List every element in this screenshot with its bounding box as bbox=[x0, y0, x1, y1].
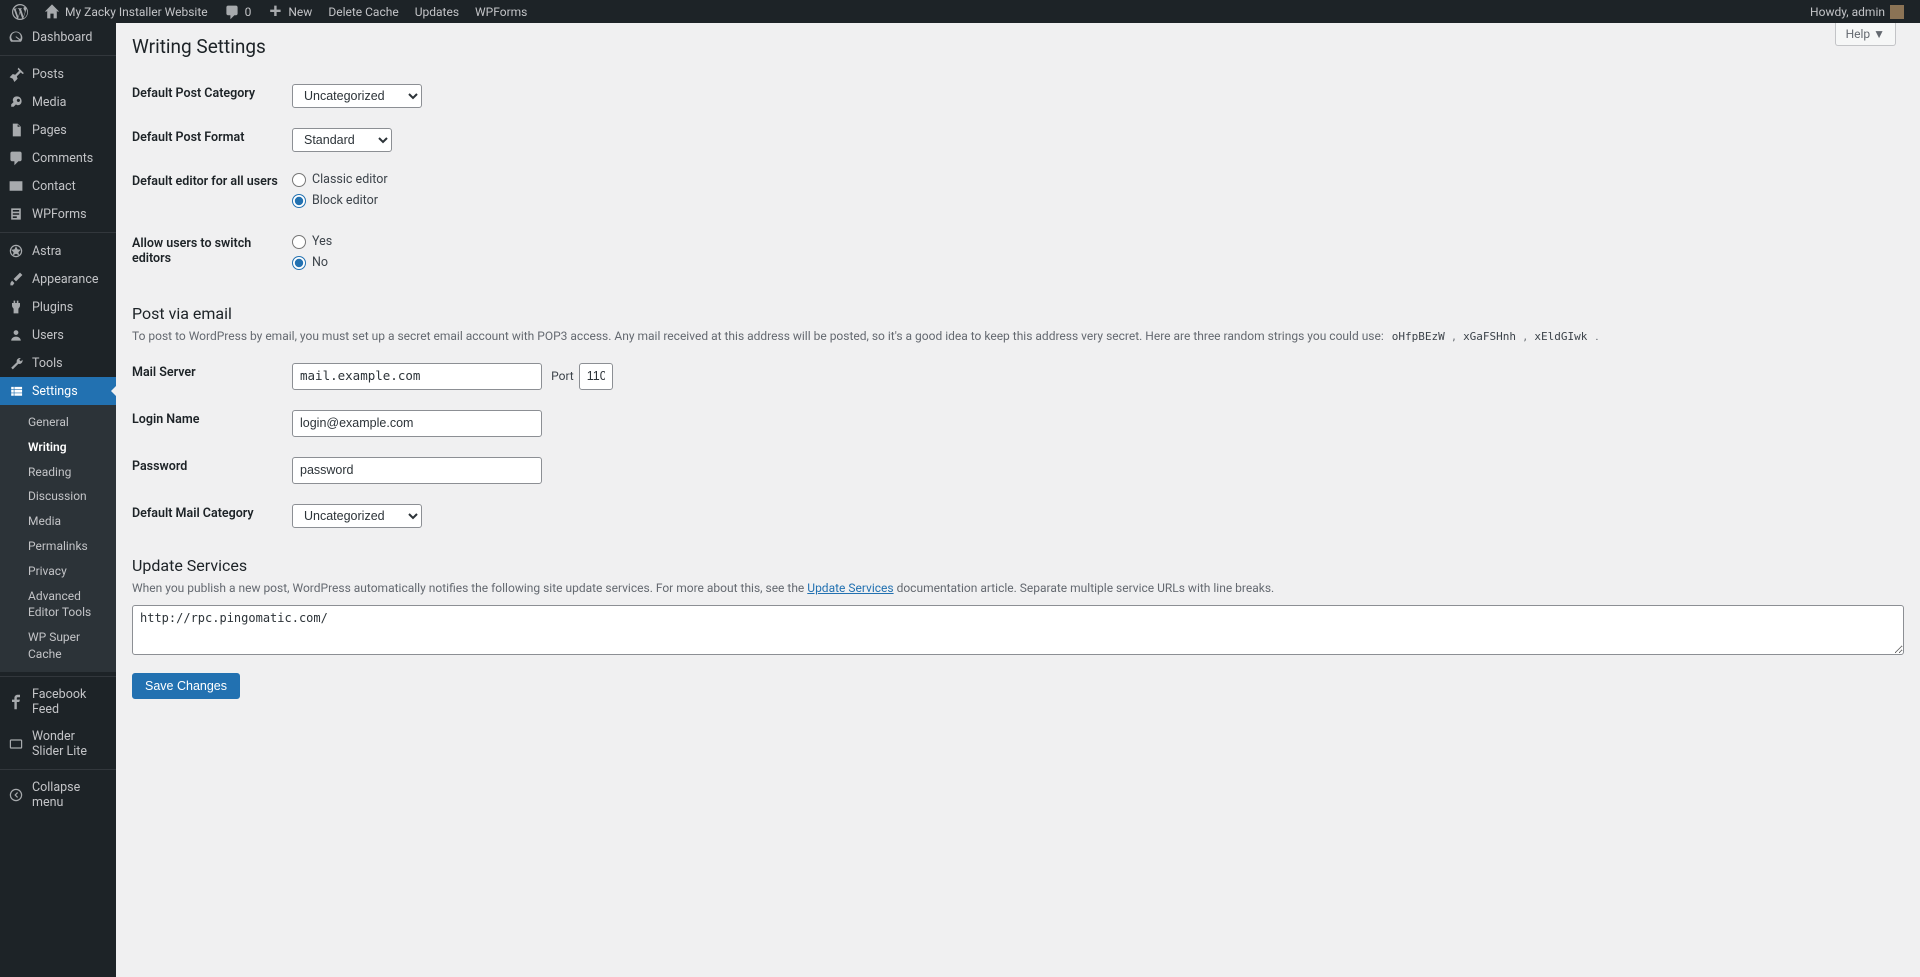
brush-icon bbox=[8, 271, 24, 287]
menu-users[interactable]: Users bbox=[0, 321, 116, 349]
submenu-wp-super-cache[interactable]: WP Super Cache bbox=[0, 625, 116, 667]
save-changes-button[interactable]: Save Changes bbox=[132, 673, 240, 699]
submenu-permalinks[interactable]: Permalinks bbox=[0, 534, 116, 559]
random-string-2: xGaFSHnh bbox=[1458, 328, 1521, 345]
menu-contact[interactable]: Contact bbox=[0, 172, 116, 200]
submenu-discussion[interactable]: Discussion bbox=[0, 484, 116, 509]
textarea-ping-urls[interactable] bbox=[132, 605, 1904, 655]
label-default-editor: Default editor for all users bbox=[132, 162, 292, 224]
radio-switch-yes[interactable] bbox=[292, 235, 306, 249]
input-login-name[interactable] bbox=[292, 410, 542, 437]
label-default-post-format: Default Post Format bbox=[132, 118, 292, 162]
admin-sidebar: Dashboard Posts Media Pages Comments Con… bbox=[0, 23, 116, 977]
admin-toolbar: My Zacky Installer Website 0 New Delete … bbox=[0, 0, 1920, 23]
heading-post-via-email: Post via email bbox=[132, 304, 1904, 323]
dashboard-icon bbox=[8, 29, 24, 45]
input-password[interactable] bbox=[292, 457, 542, 484]
radio-classic-editor[interactable] bbox=[292, 173, 306, 187]
menu-collapse[interactable]: Collapse menu bbox=[0, 774, 116, 816]
collapse-icon bbox=[8, 787, 24, 803]
label-port: Port bbox=[551, 369, 574, 383]
menu-plugins[interactable]: Plugins bbox=[0, 293, 116, 321]
label-password: Password bbox=[132, 447, 292, 494]
input-port[interactable] bbox=[579, 363, 613, 390]
radio-block-editor[interactable] bbox=[292, 194, 306, 208]
submenu-privacy[interactable]: Privacy bbox=[0, 559, 116, 584]
howdy-link[interactable]: Howdy, admin bbox=[1802, 0, 1912, 23]
select-default-post-category[interactable]: Uncategorized bbox=[292, 84, 422, 108]
random-string-3: xEldGIwk bbox=[1529, 328, 1592, 345]
label-allow-switch: Allow users to switch editors bbox=[132, 224, 292, 286]
site-title-link[interactable]: My Zacky Installer Website bbox=[36, 0, 216, 23]
slider-icon bbox=[8, 736, 24, 752]
label-default-post-category: Default Post Category bbox=[132, 74, 292, 118]
radio-switch-no[interactable] bbox=[292, 256, 306, 270]
submenu-general[interactable]: General bbox=[0, 410, 116, 435]
input-mail-server[interactable] bbox=[292, 363, 542, 390]
menu-media[interactable]: Media bbox=[0, 88, 116, 116]
howdy-text: Howdy, admin bbox=[1810, 5, 1885, 19]
wpforms-link[interactable]: WPForms bbox=[467, 0, 535, 23]
main-content: Writing Settings Help ▼ Default Post Cat… bbox=[116, 23, 1920, 715]
media-icon bbox=[8, 94, 24, 110]
new-link[interactable]: New bbox=[259, 0, 320, 23]
desc-post-via-email: To post to WordPress by email, you must … bbox=[132, 329, 1904, 343]
users-icon bbox=[8, 327, 24, 343]
wp-logo[interactable] bbox=[4, 0, 36, 23]
label-yes: Yes bbox=[312, 234, 332, 249]
menu-wonder-slider[interactable]: Wonder Slider Lite bbox=[0, 723, 116, 765]
new-label: New bbox=[288, 5, 312, 19]
settings-icon bbox=[8, 383, 24, 399]
help-tab[interactable]: Help ▼ bbox=[1835, 23, 1896, 46]
menu-facebook-feed[interactable]: Facebook Feed bbox=[0, 681, 116, 723]
menu-settings[interactable]: Settings bbox=[0, 377, 116, 405]
label-default-mail-category: Default Mail Category bbox=[132, 494, 292, 538]
mail-icon bbox=[8, 178, 24, 194]
page-title: Writing Settings bbox=[132, 35, 266, 58]
label-login-name: Login Name bbox=[132, 400, 292, 447]
label-mail-server: Mail Server bbox=[132, 353, 292, 400]
submenu-writing[interactable]: Writing bbox=[0, 435, 116, 460]
site-title-text: My Zacky Installer Website bbox=[65, 5, 208, 19]
astra-icon bbox=[8, 243, 24, 259]
select-default-post-format[interactable]: Standard bbox=[292, 128, 392, 152]
desc-update-services: When you publish a new post, WordPress a… bbox=[132, 581, 1904, 595]
select-default-mail-category[interactable]: Uncategorized bbox=[292, 504, 422, 528]
comment-count: 0 bbox=[245, 5, 252, 19]
menu-astra[interactable]: Astra bbox=[0, 237, 116, 265]
random-string-1: oHfpBEzW bbox=[1387, 328, 1450, 345]
comments-link[interactable]: 0 bbox=[216, 0, 260, 23]
plus-icon bbox=[267, 4, 283, 20]
settings-submenu: General Writing Reading Discussion Media… bbox=[0, 405, 116, 672]
menu-posts[interactable]: Posts bbox=[0, 60, 116, 88]
delete-cache-link[interactable]: Delete Cache bbox=[320, 0, 406, 23]
menu-dashboard[interactable]: Dashboard bbox=[0, 23, 116, 51]
updates-link[interactable]: Updates bbox=[407, 0, 467, 23]
submenu-media[interactable]: Media bbox=[0, 509, 116, 534]
wordpress-icon bbox=[12, 4, 28, 20]
page-icon bbox=[8, 122, 24, 138]
heading-update-services: Update Services bbox=[132, 556, 1904, 575]
menu-pages[interactable]: Pages bbox=[0, 116, 116, 144]
avatar-icon bbox=[1890, 5, 1904, 19]
pin-icon bbox=[8, 66, 24, 82]
menu-wpforms[interactable]: WPForms bbox=[0, 200, 116, 228]
home-icon bbox=[44, 4, 60, 20]
comment-icon bbox=[224, 4, 240, 20]
facebook-icon bbox=[8, 694, 24, 710]
form-icon bbox=[8, 206, 24, 222]
submenu-reading[interactable]: Reading bbox=[0, 460, 116, 485]
label-block-editor: Block editor bbox=[312, 193, 378, 208]
menu-tools[interactable]: Tools bbox=[0, 349, 116, 377]
menu-comments[interactable]: Comments bbox=[0, 144, 116, 172]
comments-icon bbox=[8, 150, 24, 166]
link-update-services[interactable]: Update Services bbox=[807, 581, 893, 595]
label-no: No bbox=[312, 255, 328, 270]
wrench-icon bbox=[8, 355, 24, 371]
submenu-advanced-editor[interactable]: Advanced Editor Tools bbox=[0, 584, 116, 626]
menu-appearance[interactable]: Appearance bbox=[0, 265, 116, 293]
plugin-icon bbox=[8, 299, 24, 315]
label-classic-editor: Classic editor bbox=[312, 172, 388, 187]
